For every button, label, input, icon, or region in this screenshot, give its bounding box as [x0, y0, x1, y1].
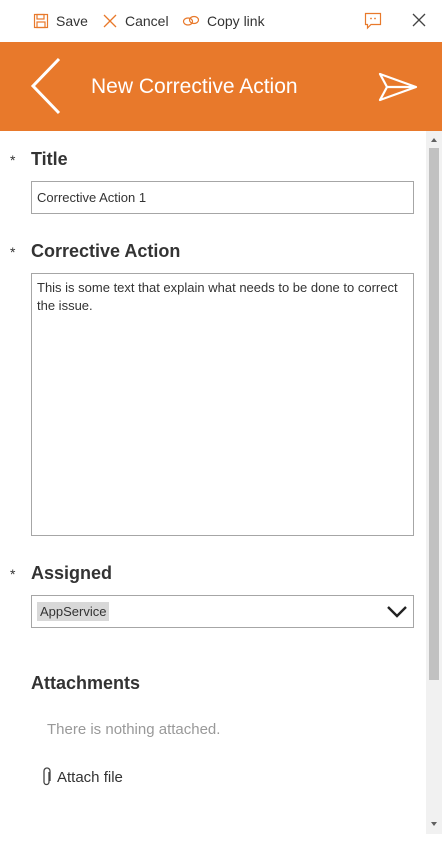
save-button[interactable]: Save: [33, 11, 88, 31]
form-header: New Corrective Action: [0, 42, 442, 131]
save-label: Save: [56, 13, 88, 29]
attach-file-button[interactable]: Attach file: [41, 767, 123, 787]
command-bar: Save Cancel Copy link: [0, 0, 442, 42]
assigned-dropdown[interactable]: AppService: [31, 595, 414, 628]
close-x-icon: [102, 13, 118, 29]
cancel-button[interactable]: Cancel: [102, 11, 169, 31]
title-label: Title: [31, 149, 68, 169]
attachments-empty-text: There is nothing attached.: [47, 721, 221, 738]
send-icon[interactable]: [378, 72, 418, 102]
feedback-icon[interactable]: [364, 12, 382, 30]
attachments-label: Attachments: [31, 673, 141, 693]
assigned-value-pill: AppService: [37, 602, 110, 621]
attach-file-label: Attach file: [57, 768, 123, 786]
close-icon[interactable]: [411, 12, 427, 28]
required-marker: *: [10, 566, 16, 582]
corrective-action-textarea[interactable]: This is some text that explain what need…: [31, 273, 414, 536]
save-icon: [33, 13, 49, 29]
scrollbar-thumb[interactable]: [429, 148, 439, 680]
assigned-label: Assigned: [31, 563, 113, 583]
title-input[interactable]: Corrective Action 1: [31, 181, 414, 214]
copy-link-label: Copy link: [207, 13, 265, 29]
copy-link-button[interactable]: Copy link: [182, 11, 265, 31]
scroll-down-arrow-icon[interactable]: [426, 817, 442, 831]
corrective-action-label: Corrective Action: [31, 241, 181, 261]
page-title: New Corrective Action: [91, 75, 298, 98]
required-marker: *: [10, 152, 16, 168]
paperclip-icon: [41, 767, 53, 787]
scroll-up-arrow-icon[interactable]: [426, 133, 442, 147]
required-marker: *: [10, 244, 16, 260]
cancel-label: Cancel: [125, 13, 169, 29]
chevron-down-icon: [386, 603, 408, 621]
link-icon: [182, 13, 200, 29]
form-body: * Title Corrective Action 1 * Corrective…: [0, 131, 426, 854]
back-arrow-icon[interactable]: [30, 57, 62, 115]
